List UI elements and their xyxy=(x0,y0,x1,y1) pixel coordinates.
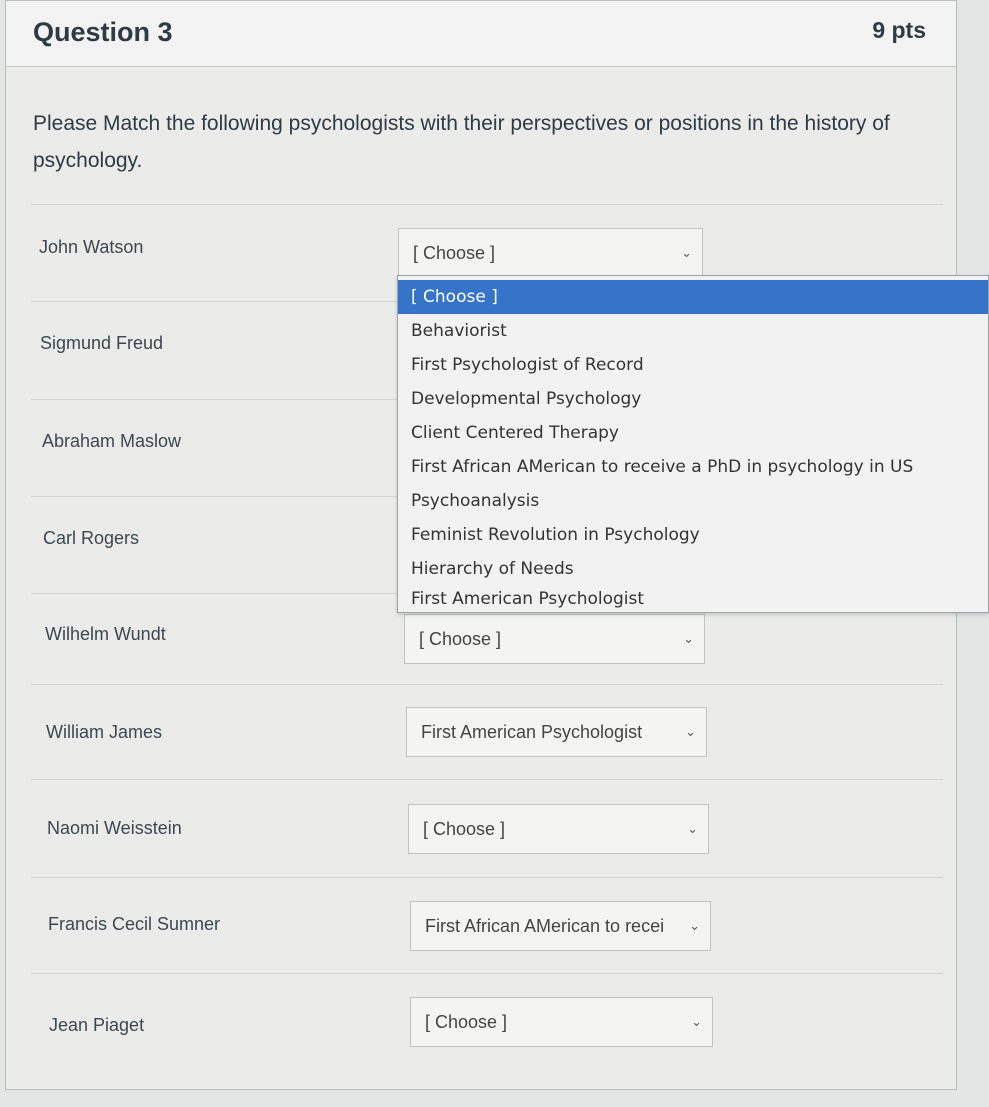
answer-select-john-watson[interactable]: [ Choose ] ⌄ xyxy=(398,228,703,278)
dropdown-option-first-psychologist-of-record[interactable]: First Psychologist of Record xyxy=(398,348,988,382)
chevron-down-icon: ⌄ xyxy=(681,245,692,260)
dropdown-option-behaviorist[interactable]: Behaviorist xyxy=(398,314,988,348)
divider xyxy=(31,973,943,974)
answer-select-william-james[interactable]: First American Psychologist ⌄ xyxy=(406,707,707,757)
select-value: [ Choose ] xyxy=(423,819,506,839)
dropdown-option-psychoanalysis[interactable]: Psychoanalysis xyxy=(398,484,988,518)
dropdown-option-first-american-psychologist[interactable]: First American Psychologist xyxy=(398,582,988,616)
chevron-down-icon: ⌄ xyxy=(683,631,694,646)
divider xyxy=(31,684,943,685)
row-label-wilhelm-wundt: Wilhelm Wundt xyxy=(45,624,166,644)
chevron-down-icon: ⌄ xyxy=(687,821,698,836)
answer-select-wilhelm-wundt[interactable]: [ Choose ] ⌄ xyxy=(404,614,705,664)
dropdown-option-hierarchy-of-needs[interactable]: Hierarchy of Needs xyxy=(398,552,988,586)
row-label-carl-rogers: Carl Rogers xyxy=(43,528,140,548)
question-points: 9 pts xyxy=(872,17,926,43)
row-label-abraham-maslow: Abraham Maslow xyxy=(42,431,182,451)
dropdown-listbox[interactable]: [ Choose ] Behaviorist First Psychologis… xyxy=(397,275,989,613)
row-label-francis-cecil-sumner: Francis Cecil Sumner xyxy=(48,914,221,934)
question-header: Question 3 9 pts xyxy=(6,1,956,67)
answer-select-francis-cecil-sumner[interactable]: First African AMerican to recei ⌄ xyxy=(410,901,711,951)
row-label-jean-piaget: Jean Piaget xyxy=(49,1015,145,1035)
chevron-down-icon: ⌄ xyxy=(691,1014,702,1029)
select-value: First American Psychologist xyxy=(421,722,643,742)
row-label-naomi-weisstein: Naomi Weisstein xyxy=(47,818,182,838)
divider xyxy=(31,204,943,205)
divider xyxy=(31,779,943,780)
select-value: [ Choose ] xyxy=(413,243,496,263)
select-value: [ Choose ] xyxy=(419,629,502,649)
divider xyxy=(31,877,943,878)
chevron-down-icon: ⌄ xyxy=(689,918,700,933)
chevron-down-icon: ⌄ xyxy=(685,724,696,739)
select-value: First African AMerican to recei xyxy=(425,916,665,936)
dropdown-option-developmental-psychology[interactable]: Developmental Psychology xyxy=(398,382,988,416)
select-value: [ Choose ] xyxy=(425,1012,508,1032)
row-label-john-watson: John Watson xyxy=(39,237,144,257)
row-label-william-james: William James xyxy=(46,722,163,742)
question-title: Question 3 xyxy=(33,17,173,47)
dropdown-option-first-african-american-phd[interactable]: First African AMerican to receive a PhD … xyxy=(398,450,988,484)
dropdown-option-feminist-revolution[interactable]: Feminist Revolution in Psychology xyxy=(398,518,988,552)
question-prompt: Please Match the following psychologists… xyxy=(33,112,890,172)
dropdown-option-client-centered-therapy[interactable]: Client Centered Therapy xyxy=(398,416,988,450)
row-label-sigmund-freud: Sigmund Freud xyxy=(40,333,164,353)
answer-select-naomi-weisstein[interactable]: [ Choose ] ⌄ xyxy=(408,804,709,854)
answer-select-jean-piaget[interactable]: [ Choose ] ⌄ xyxy=(410,997,713,1047)
dropdown-option-choose[interactable]: [ Choose ] xyxy=(398,280,988,314)
